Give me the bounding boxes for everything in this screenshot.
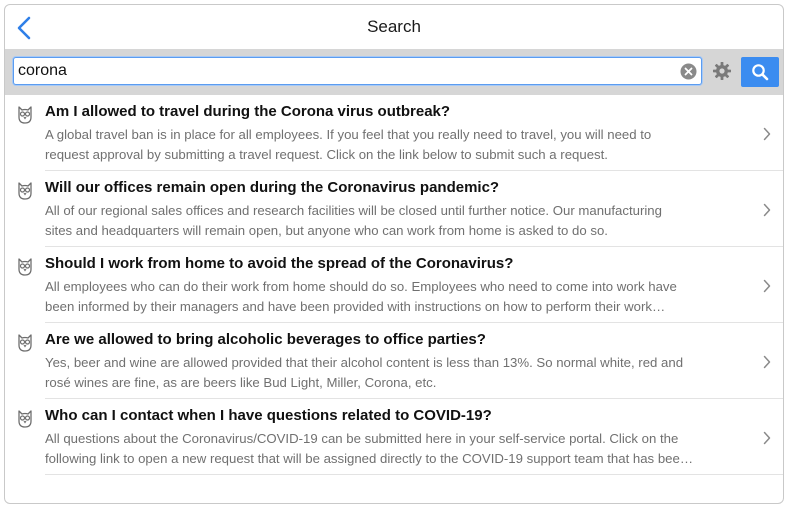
- owl-icon: [18, 410, 32, 428]
- back-button[interactable]: [15, 16, 35, 40]
- result-title[interactable]: Who can I contact when I have questions …: [45, 407, 492, 424]
- chevron-right-icon: [763, 279, 771, 293]
- result-title[interactable]: Am I allowed to travel during the Corona…: [45, 103, 450, 120]
- result-snippet: A global travel ban is in place for all …: [45, 125, 735, 165]
- result-snippet-line: rosé wines are fine, as are beers like B…: [45, 375, 437, 390]
- search-input[interactable]: [18, 60, 658, 82]
- result-snippet-line: been informed by their managers and have…: [45, 299, 666, 314]
- chevron-right-icon: [763, 127, 771, 141]
- settings-button[interactable]: [705, 57, 739, 85]
- result-snippet: All employees who can do their work from…: [45, 277, 735, 317]
- result-snippet: All questions about the Coronavirus/COVI…: [45, 429, 735, 469]
- result-item[interactable]: Are we allowed to bring alcoholic bevera…: [5, 323, 783, 399]
- result-title[interactable]: Are we allowed to bring alcoholic bevera…: [45, 331, 486, 348]
- clear-circle-icon: [680, 63, 697, 80]
- chevron-left-icon: [17, 16, 31, 40]
- divider: [45, 474, 783, 475]
- result-snippet-line: A global travel ban is in place for all …: [45, 127, 652, 142]
- result-snippet-line: sites and headquarters will remain open,…: [45, 223, 608, 238]
- result-snippet-line: All of our regional sales offices and re…: [45, 203, 662, 218]
- chevron-right-icon: [763, 431, 771, 445]
- result-item[interactable]: Am I allowed to travel during the Corona…: [5, 95, 783, 171]
- search-button[interactable]: [741, 57, 779, 87]
- search-window: Search corona Am I allowed to travel dur…: [4, 4, 784, 504]
- result-snippet: All of our regional sales offices and re…: [45, 201, 735, 241]
- search-bar: [5, 49, 783, 95]
- result-snippet-line: Yes, beer and wine are allowed provided …: [45, 355, 684, 370]
- result-snippet-line: All employees who can do their work from…: [45, 279, 677, 294]
- chevron-right-icon: [763, 355, 771, 369]
- result-snippet-line: All questions about the Coronavirus/COVI…: [45, 431, 679, 446]
- page-title: Search: [367, 17, 421, 36]
- owl-icon: [18, 334, 32, 352]
- results-list: Am I allowed to travel during the Corona…: [5, 95, 783, 475]
- header: Search: [5, 5, 783, 49]
- gear-icon: [713, 62, 731, 80]
- result-item[interactable]: Should I work from home to avoid the spr…: [5, 247, 783, 323]
- result-item[interactable]: Will our offices remain open during the …: [5, 171, 783, 247]
- result-item[interactable]: Who can I contact when I have questions …: [5, 399, 783, 475]
- clear-search-button[interactable]: [680, 63, 697, 80]
- result-title[interactable]: Should I work from home to avoid the spr…: [45, 255, 513, 272]
- owl-icon: [18, 106, 32, 124]
- result-snippet: Yes, beer and wine are allowed provided …: [45, 353, 735, 393]
- owl-icon: [18, 258, 32, 276]
- magnifier-icon: [752, 64, 769, 81]
- chevron-right-icon: [763, 203, 771, 217]
- owl-icon: [18, 182, 32, 200]
- result-snippet-line: following link to open a new request tha…: [45, 451, 694, 466]
- result-title[interactable]: Will our offices remain open during the …: [45, 179, 499, 196]
- result-snippet-line: request approval by submitting a travel …: [45, 147, 608, 162]
- search-box[interactable]: [13, 57, 702, 85]
